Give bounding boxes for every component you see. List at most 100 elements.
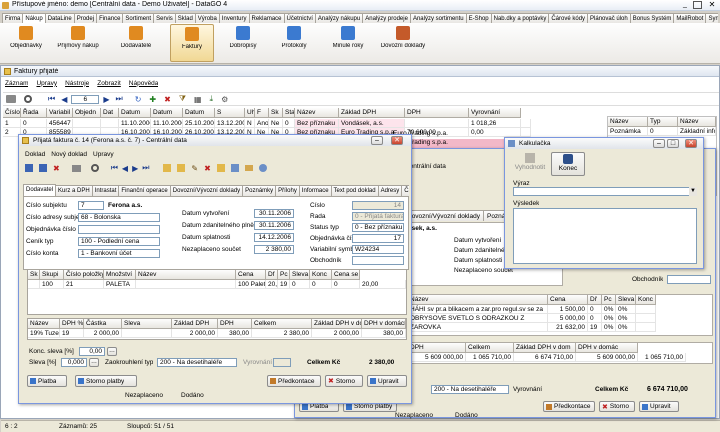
- main-col-header[interactable]: DPH: [405, 108, 469, 118]
- invoice-menu-1[interactable]: Nový doklad: [51, 151, 87, 158]
- paste-icon[interactable]: [177, 164, 186, 172]
- ribbon-tab-1[interactable]: Nákup: [22, 12, 46, 23]
- ribbon-tab-15[interactable]: E-Shop: [465, 12, 492, 23]
- right-col-header[interactable]: Název: [608, 117, 648, 127]
- back-item-col-header[interactable]: Cena: [548, 295, 588, 305]
- main-menu-0[interactable]: Záznam: [5, 80, 28, 87]
- vat-col-header[interactable]: Celkem: [252, 319, 312, 329]
- tab-5[interactable]: Poznámky: [242, 185, 277, 196]
- ribbon-tab-4[interactable]: Finance: [96, 12, 124, 23]
- doc-field-input[interactable]: 0 - Přijatá faktura: [352, 211, 404, 221]
- tab-import-docs[interactable]: Dovozní/Vývozní doklady: [403, 210, 484, 221]
- tab-2[interactable]: Intrastat: [91, 185, 120, 196]
- main-col-header[interactable]: S: [215, 108, 245, 118]
- print-doc-icon[interactable]: [71, 164, 81, 172]
- invoice-menu-2[interactable]: Úpravy: [93, 151, 114, 158]
- ribbon-tab-19[interactable]: Bonus Systém: [629, 12, 675, 23]
- main-col-header[interactable]: Uh: [245, 108, 255, 118]
- item-col-header[interactable]: Sk: [28, 270, 40, 280]
- back-precontation-button[interactable]: Předkontace: [543, 401, 595, 412]
- ribbon-tab-3[interactable]: Prodej: [73, 12, 98, 23]
- edit-button[interactable]: Upravit: [367, 375, 407, 387]
- info-icon[interactable]: [258, 164, 267, 172]
- vat-col-header[interactable]: Částka: [84, 319, 122, 329]
- item-col-header[interactable]: Konc: [310, 270, 332, 280]
- doc-field-input[interactable]: 14: [352, 200, 404, 210]
- field-input[interactable]: 1 - Bankovní účet: [78, 248, 160, 258]
- calc-expression-dropdown-icon[interactable]: ▼: [689, 187, 697, 196]
- rounding-select[interactable]: 200 - Na desetihaléře: [157, 358, 237, 367]
- save-icon[interactable]: [25, 164, 33, 172]
- item-col-header[interactable]: Číslo položky: [64, 270, 104, 280]
- back-vat-col-header[interactable]: Celkem: [466, 343, 514, 353]
- mail-icon[interactable]: [244, 165, 253, 171]
- item-col-header[interactable]: Cena se s: [332, 270, 360, 280]
- main-col-header[interactable]: Číslo: [3, 108, 21, 118]
- main-col-header[interactable]: Vyrovnání: [469, 108, 521, 118]
- calc-minimize-button[interactable]: –: [653, 139, 665, 148]
- back-vat-col-header[interactable]: DPH v domác: [576, 343, 638, 353]
- prev-record-icon[interactable]: ◀: [61, 95, 67, 104]
- settlement-field[interactable]: [273, 358, 291, 367]
- back-vat-col-header[interactable]: DPH: [408, 343, 466, 353]
- copy-icon[interactable]: [163, 164, 172, 172]
- vat-col-header[interactable]: DPH: [218, 319, 252, 329]
- ribbon-tab-14[interactable]: Analýzy sortimentu: [409, 12, 467, 23]
- main-menu-1[interactable]: Úpravy: [36, 80, 57, 87]
- first-doc-icon[interactable]: ⏮: [111, 163, 118, 173]
- vat-col-header[interactable]: DPH v domácí měl: [362, 319, 406, 329]
- back-item-col-header[interactable]: Dř: [588, 295, 602, 305]
- doc-field-input[interactable]: W24234: [352, 244, 404, 254]
- ribbon-button-5[interactable]: Protokoly: [272, 24, 316, 62]
- main-col-header[interactable]: Sk: [269, 108, 283, 118]
- ribbon-tab-7[interactable]: Sklad: [174, 12, 196, 23]
- item-col-header[interactable]: Množství: [104, 270, 136, 280]
- item-col-header[interactable]: Sleva: [290, 270, 310, 280]
- attach-icon[interactable]: ✎: [191, 164, 198, 173]
- konc-discount-field[interactable]: 0,00: [79, 347, 105, 356]
- ribbon-tab-16[interactable]: Nab.dky a poptávky: [490, 12, 550, 23]
- back-vat-col-header[interactable]: Základ DPH v dom: [514, 343, 576, 353]
- payment-button[interactable]: Platba: [27, 375, 67, 387]
- doc-field-input[interactable]: [352, 255, 404, 265]
- add-icon[interactable]: ✚: [149, 95, 156, 104]
- calc-expression-input[interactable]: [513, 187, 697, 196]
- maximize-button[interactable]: [693, 1, 702, 9]
- item-col-header[interactable]: Cena: [236, 270, 266, 280]
- last-doc-icon[interactable]: ⏭: [142, 163, 149, 173]
- field-input[interactable]: 7: [78, 200, 104, 210]
- right-col-header[interactable]: Název: [678, 117, 716, 127]
- back-edit-button[interactable]: Upravit: [639, 401, 679, 412]
- table-row[interactable]: 1 0 456447 11.10.2006 11.10.2006 25.10.2006 13…: [3, 119, 531, 128]
- discount-picker[interactable]: …: [89, 358, 99, 367]
- right-panel-row[interactable]: Poznámka 0 Základní info: [608, 127, 716, 136]
- preview-icon[interactable]: [90, 164, 99, 172]
- main-menu-3[interactable]: Zobrazit: [97, 80, 120, 87]
- main-col-header[interactable]: Objedn: [73, 108, 101, 118]
- back-item-col-header[interactable]: Sleva: [616, 295, 636, 305]
- ribbon-tab-20[interactable]: MailRobot: [673, 12, 707, 23]
- vat-row[interactable]: 19% Tuze 19 2 000,00 2 000,00 380,00 2 380,00…: [28, 329, 406, 338]
- filter-icon[interactable]: ⧩: [179, 94, 186, 104]
- calc-exit-button[interactable]: Konec: [551, 152, 585, 176]
- cancel-button[interactable]: ✖ Storno: [325, 375, 363, 387]
- back-item-col-header[interactable]: Název: [408, 295, 548, 305]
- ribbon-tab-17[interactable]: Čárové kódy: [548, 12, 589, 23]
- main-menu-2[interactable]: Nástroje: [65, 80, 89, 87]
- right-col-header[interactable]: Typ: [648, 117, 678, 127]
- tab-0[interactable]: Dodavatel: [23, 184, 57, 196]
- main-col-header[interactable]: Datum: [119, 108, 151, 118]
- konc-discount-picker[interactable]: …: [107, 347, 117, 356]
- list-item[interactable]: OBRYSOVE SVETLO S ODRAZKOU Z5 000,00 0 0% 0…: [408, 314, 712, 323]
- ribbon-tab-12[interactable]: Analýzy nákupu: [314, 12, 364, 23]
- field-input[interactable]: [78, 224, 160, 234]
- main-menu-4[interactable]: Nápověda: [129, 80, 159, 87]
- invoice-minimize-button[interactable]: –: [371, 136, 383, 145]
- vat-col-header[interactable]: DPH %: [60, 319, 84, 329]
- main-col-header[interactable]: Název: [295, 108, 339, 118]
- precontation-button[interactable]: Předkontace: [267, 375, 321, 387]
- item-col-header[interactable]: Název: [136, 270, 236, 280]
- field-input[interactable]: 68 - Bolonska: [78, 212, 160, 222]
- ribbon-button-2[interactable]: Dodavatelé: [108, 24, 164, 62]
- vat-col-header[interactable]: Základ DPH: [172, 319, 218, 329]
